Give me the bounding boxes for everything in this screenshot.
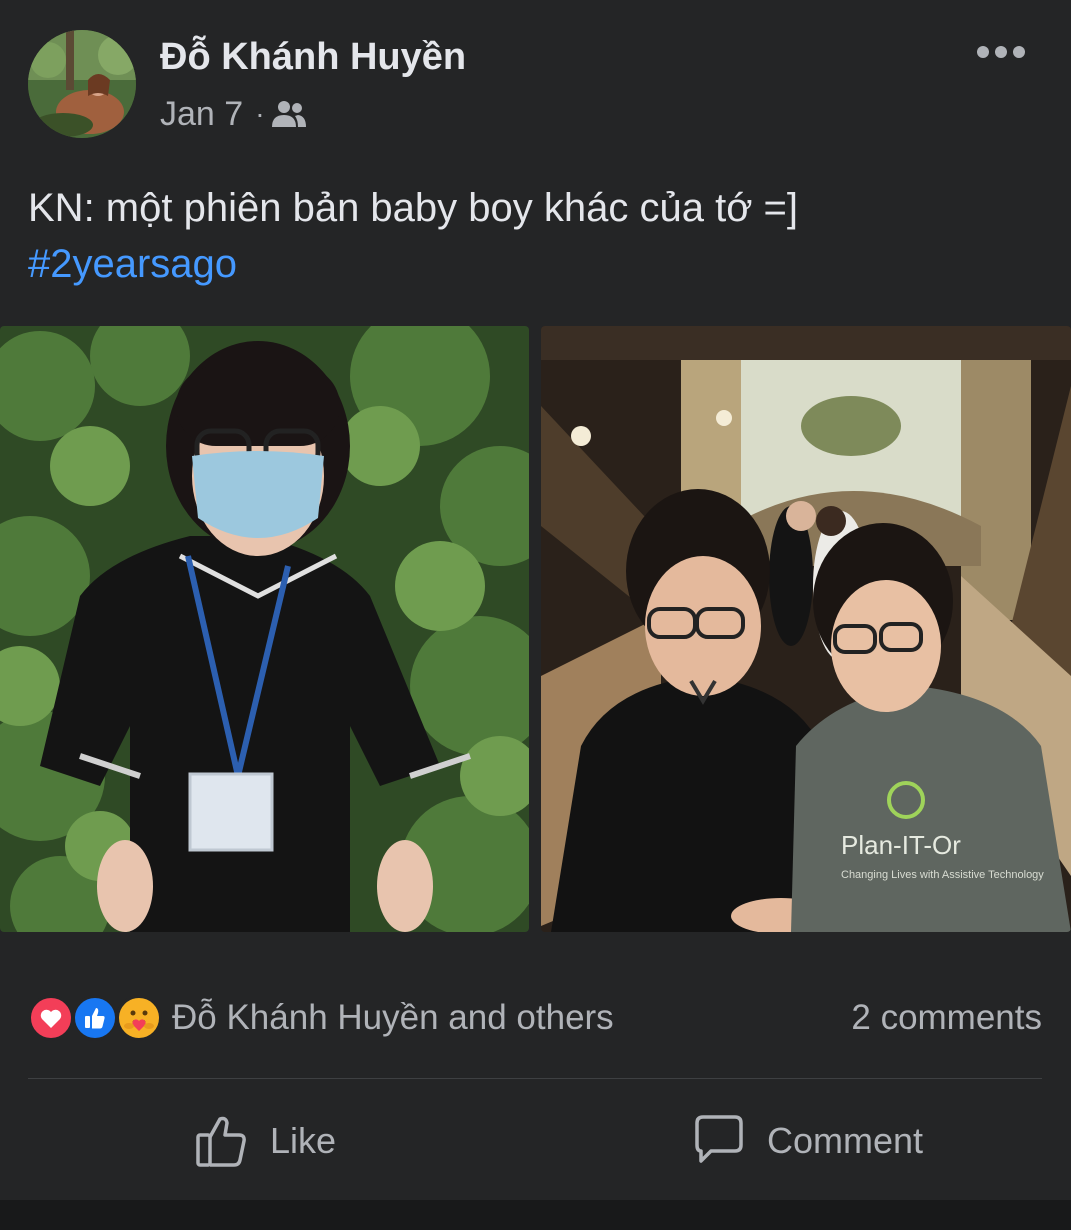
reaction-icons[interactable] (28, 995, 164, 1041)
more-horizontal-icon (977, 46, 1025, 58)
reactors-text[interactable]: Đỗ Khánh Huyền and others (172, 990, 614, 1046)
feed-gap (0, 1200, 1071, 1230)
comments-count[interactable]: 2 comments (851, 990, 1042, 1046)
meta-separator: · (255, 98, 265, 129)
post-date[interactable]: Jan 7 (160, 95, 243, 134)
shirt-logo-subtext: Changing Lives with Assistive Technology (841, 869, 1044, 881)
like-label: Like (270, 1120, 337, 1161)
author-name[interactable]: Đỗ Khánh Huyền (160, 34, 466, 80)
post-meta: Jan 7 · (160, 92, 307, 136)
post-body-text: KN: một phiên bản baby boy khác của tớ =… (28, 186, 799, 230)
comment-label: Comment (767, 1120, 924, 1161)
hashtag-link[interactable]: #2yearsago (28, 236, 1048, 292)
author-avatar[interactable] (28, 30, 136, 138)
comment-bubble-icon (695, 1115, 743, 1163)
post-card: Đỗ Khánh Huyền Jan 7 · KN: một phiên bản… (0, 0, 1071, 1200)
thumbs-up-icon (196, 1116, 246, 1167)
post-photo-2[interactable]: Plan-IT-Or Changing Lives with Assistive… (541, 326, 1071, 932)
post-photo-1[interactable] (0, 326, 529, 932)
reactions-summary: Đỗ Khánh Huyền and others 2 comments (28, 990, 1042, 1046)
shirt-logo-text: Plan-IT-Or (841, 830, 961, 860)
love-reaction-icon (28, 995, 74, 1041)
more-options-button[interactable] (968, 30, 1034, 74)
care-reaction-icon (116, 995, 162, 1041)
friends-icon[interactable] (271, 99, 307, 129)
comment-button[interactable]: Comment (691, 1100, 923, 1182)
post-text: KN: một phiên bản baby boy khác của tớ =… (28, 180, 1048, 292)
like-reaction-icon (72, 995, 118, 1041)
actions-divider (28, 1078, 1042, 1079)
like-button[interactable]: Like (194, 1100, 336, 1182)
